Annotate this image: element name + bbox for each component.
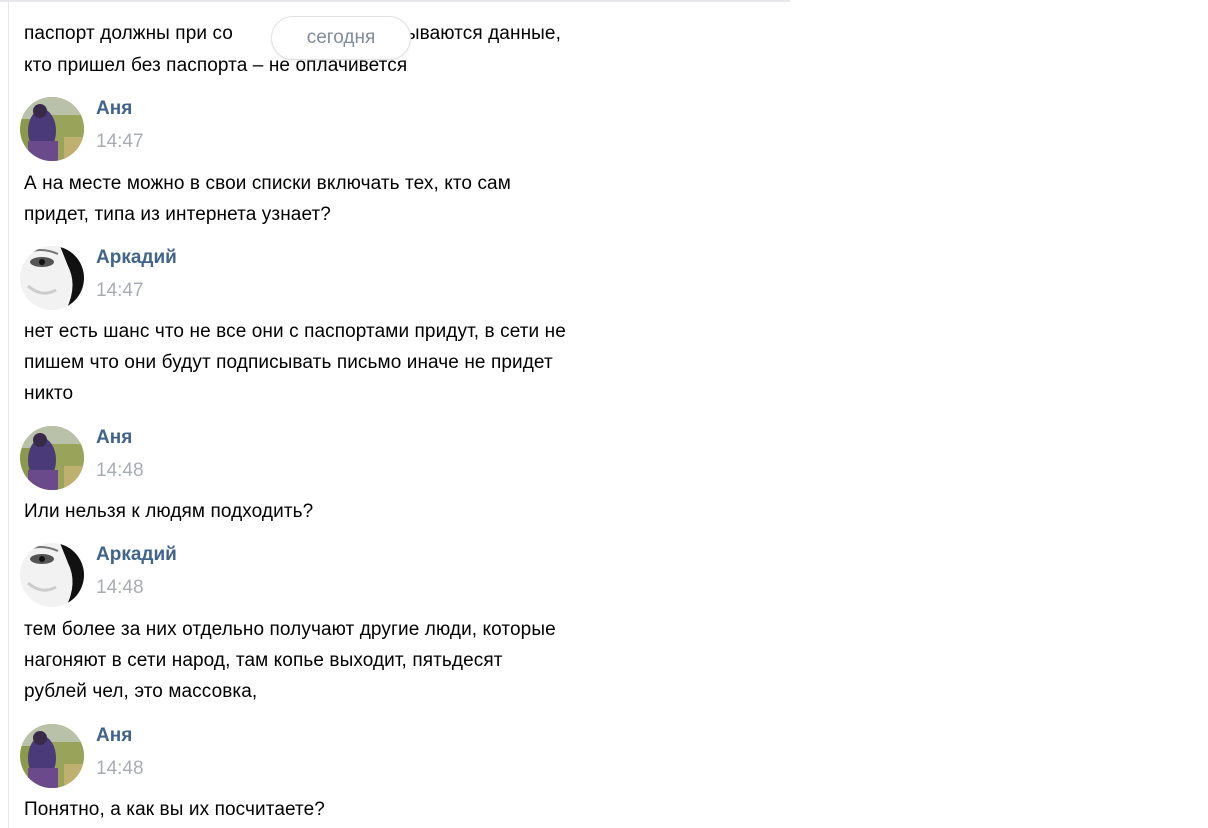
message-time[interactable]: 14:47 [96,280,144,302]
message-line: паспорт должны при со [24,23,233,44]
message-line: рублей чел, это массовка, [24,681,258,702]
panel-divider [8,2,9,828]
chat-history: паспорт должны при со вписываются данные,… [0,0,790,828]
message-time[interactable]: 14:48 [96,460,144,482]
message-line: нагоняют в сети народ, там копье выходит… [24,650,503,671]
message-line: никто [24,383,74,404]
author-name[interactable]: Аркадий [96,544,177,566]
message-line: А на месте можно в свои списки включать … [24,173,511,194]
message-line: пишем что они будут подписывать письмо и… [24,352,553,373]
author-name[interactable]: Аркадий [96,247,177,269]
author-name[interactable]: Аня [96,98,132,120]
date-divider[interactable]: сегодня [271,16,411,60]
message-line: Или нельзя к людям подходить? [24,501,314,522]
message-line: нет есть шанс что не все они с паспортам… [24,321,566,342]
anya-avatar-icon[interactable] [20,426,84,490]
message-line: тем более за них отдельно получают други… [24,619,556,640]
anya-avatar-icon[interactable] [20,97,84,161]
message-line: Понятно, а как вы их посчитаете? [24,799,325,820]
arkadiy-avatar-icon[interactable] [20,543,84,607]
anya-avatar-icon[interactable] [20,724,84,788]
message-time[interactable]: 14:48 [96,577,144,599]
message-time[interactable]: 14:48 [96,758,144,780]
author-name[interactable]: Аня [96,725,132,747]
message-line: придет, типа из интернета узнает? [24,204,331,225]
author-name[interactable]: Аня [96,427,132,449]
arkadiy-avatar-icon[interactable] [20,246,84,310]
message-time[interactable]: 14:47 [96,131,144,153]
